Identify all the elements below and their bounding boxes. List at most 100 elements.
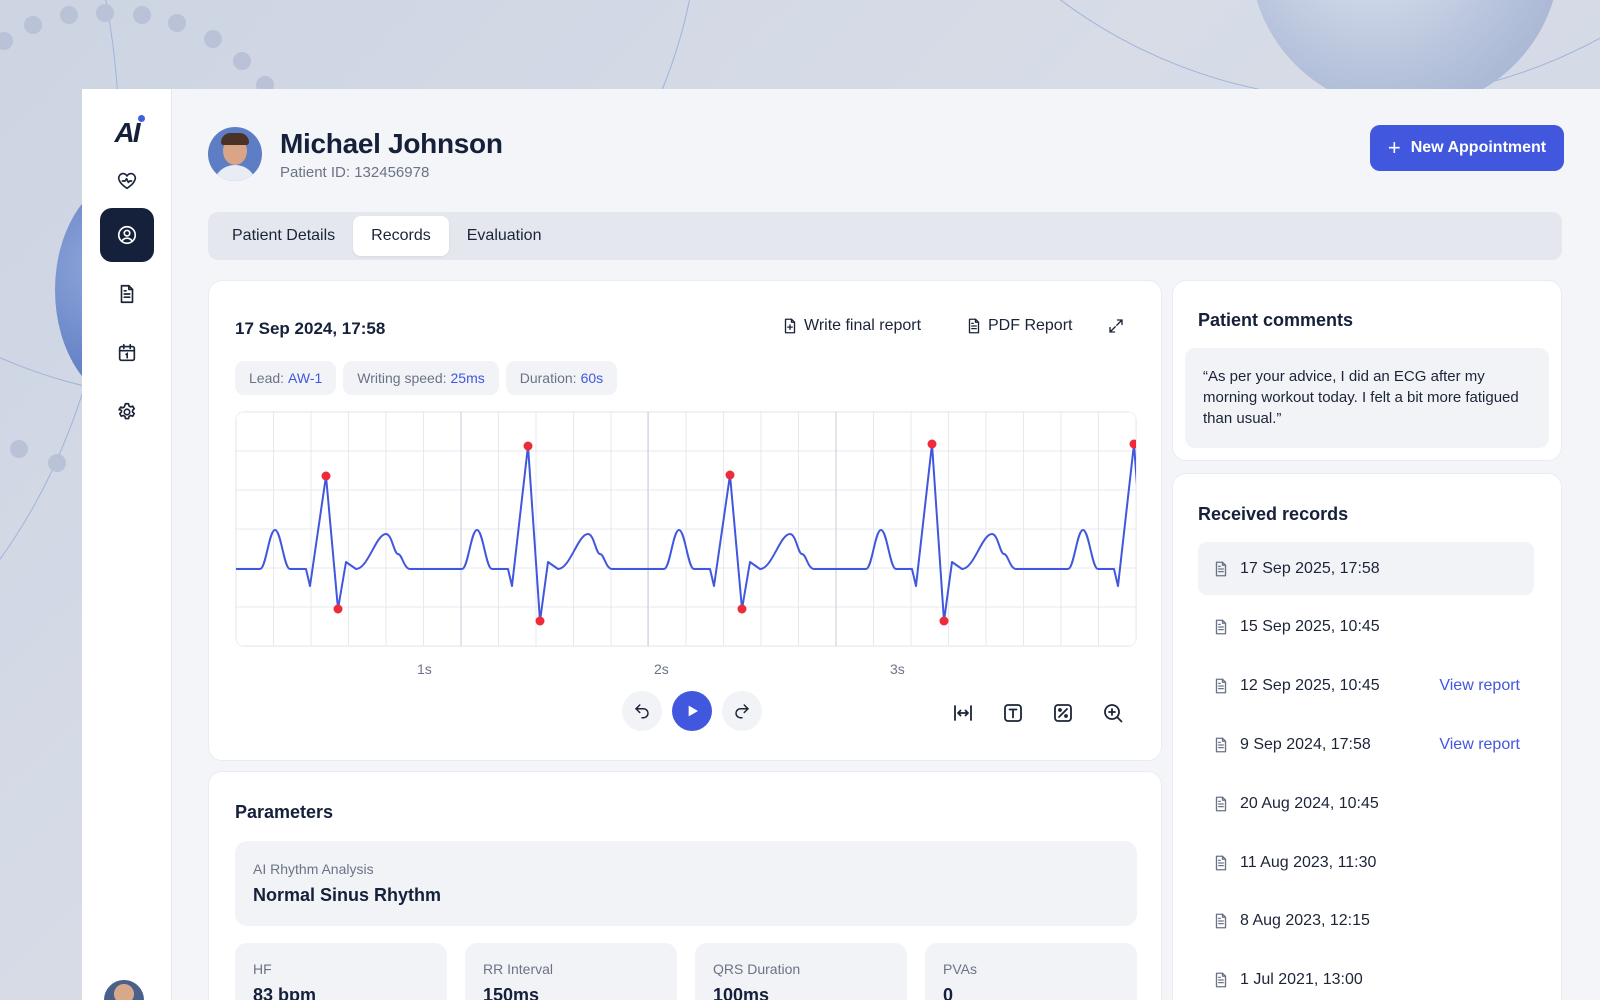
document-icon xyxy=(120,284,133,304)
text-tool-icon[interactable] xyxy=(1001,701,1025,725)
document-icon xyxy=(1215,855,1227,870)
ai-rhythm-analysis: AI Rhythm Analysis Normal Sinus Rhythm xyxy=(235,841,1137,926)
ai-rhythm-label: AI Rhythm Analysis xyxy=(253,861,374,877)
record-date: 9 Sep 2024, 17:58 xyxy=(1240,735,1371,753)
patient-header: Michael Johnson Patient ID: 132456978 xyxy=(208,127,503,181)
metric-value: 83 bpm xyxy=(253,985,317,1000)
document-icon xyxy=(1215,737,1227,753)
patient-comments-card: Patient comments “As per your advice, I … xyxy=(1172,280,1562,461)
metric-qrs-duration: QRS Duration 100ms xyxy=(695,943,907,1000)
received-records-card: Received records 17 Sep 2025, 17:58 15 Se… xyxy=(1172,473,1562,1000)
record-item[interactable]: 15 Sep 2025, 10:45 xyxy=(1198,601,1534,654)
ecg-meta-chips: Lead: AW-1 Writing speed: 25ms Duration:… xyxy=(235,361,624,395)
record-date: 12 Sep 2025, 10:45 xyxy=(1240,677,1380,695)
tab-patient-details[interactable]: Patient Details xyxy=(214,216,353,256)
record-item[interactable]: 12 Sep 2025, 10:45 View report xyxy=(1198,660,1534,713)
write-final-report-label: Write final report xyxy=(804,317,922,334)
record-item[interactable]: 20 Aug 2024, 10:45 xyxy=(1198,777,1534,830)
record-item[interactable]: 17 Sep 2025, 17:58 xyxy=(1198,542,1534,595)
patient-comment-text: “As per your advice, I did an ECG after … xyxy=(1185,348,1549,448)
sidebar-item-documents[interactable] xyxy=(100,267,154,321)
sidebar-item-calendar[interactable] xyxy=(100,326,154,380)
document-icon xyxy=(1215,619,1227,635)
main-content: Michael Johnson Patient ID: 132456978 + … xyxy=(172,89,1600,1000)
user-avatar[interactable] xyxy=(102,978,146,1000)
calendar-icon xyxy=(118,343,135,362)
metric-label: QRS Duration xyxy=(713,961,801,977)
metric-value: 100ms xyxy=(713,985,770,1000)
app-window: AI Michael Johnson Patient ID: 132456978… xyxy=(82,89,1600,1000)
sidebar-item-settings[interactable] xyxy=(100,385,154,439)
app-logo[interactable]: AI xyxy=(115,115,145,149)
record-item[interactable]: 11 Aug 2023, 11:30 xyxy=(1198,836,1534,889)
time-label: 2s xyxy=(654,661,669,677)
expand-icon xyxy=(1109,319,1123,333)
record-item[interactable]: 8 Aug 2023, 12:15 xyxy=(1198,895,1534,948)
peak-marker xyxy=(737,604,747,614)
pdf-report-label: PDF Report xyxy=(988,317,1073,334)
percent-tool-icon[interactable] xyxy=(1051,701,1075,725)
metric-value: 0 xyxy=(943,985,954,1000)
forward-button[interactable] xyxy=(722,691,762,731)
received-records-title: Received records xyxy=(1198,504,1349,524)
metric-label: RR Interval xyxy=(483,961,554,977)
play-icon xyxy=(688,705,698,717)
playback-controls xyxy=(617,691,767,731)
patient-comments-title: Patient comments xyxy=(1198,310,1354,330)
gear-icon xyxy=(117,402,135,420)
zoom-in-icon[interactable] xyxy=(1101,701,1125,725)
record-item[interactable]: 9 Sep 2024, 17:58 View report xyxy=(1198,718,1534,771)
peak-marker xyxy=(1129,439,1136,449)
chip-value: AW-1 xyxy=(288,370,323,386)
chip-label: Writing speed: xyxy=(357,370,447,386)
tab-records[interactable]: Records xyxy=(353,216,449,256)
record-date: 17 Sep 2025, 17:58 xyxy=(1240,559,1380,577)
metric-value: 150ms xyxy=(483,985,540,1000)
document-icon xyxy=(968,318,980,334)
patient-avatar xyxy=(208,127,262,181)
peak-marker xyxy=(321,471,331,481)
view-report-link[interactable]: View report xyxy=(1439,677,1520,695)
patient-id: Patient ID: 132456978 xyxy=(280,163,430,181)
record-date: 20 Aug 2024, 10:45 xyxy=(1240,794,1379,812)
tab-evaluation[interactable]: Evaluation xyxy=(449,216,560,256)
play-button[interactable] xyxy=(672,691,712,731)
metric-label: HF xyxy=(253,961,272,977)
chip-label: Duration: xyxy=(519,370,577,386)
record-item[interactable]: 1 Jul 2021, 13:00 xyxy=(1198,954,1534,1000)
pdf-report-button[interactable]: PDF Report xyxy=(965,317,1072,335)
document-icon xyxy=(1215,796,1227,812)
record-date: 15 Sep 2025, 10:45 xyxy=(1240,618,1380,636)
user-circle-icon xyxy=(117,225,136,245)
chip-label: Lead: xyxy=(249,370,285,386)
sidebar-item-patients[interactable] xyxy=(99,208,154,262)
peak-marker xyxy=(535,616,545,626)
record-date: 8 Aug 2023, 12:15 xyxy=(1240,912,1370,930)
document-plus-icon xyxy=(784,318,796,334)
sidebar-item-health[interactable] xyxy=(100,159,154,203)
new-appointment-label: New Appointment xyxy=(1410,139,1547,156)
peak-marker xyxy=(725,470,735,480)
peak-marker xyxy=(939,616,949,626)
peak-marker xyxy=(523,441,533,451)
time-label: 3s xyxy=(890,661,905,677)
document-icon xyxy=(1215,678,1227,694)
expand-button[interactable] xyxy=(1107,317,1130,335)
chip-value: 60s xyxy=(580,370,604,386)
record-date: 17 Sep 2024, 17:58 xyxy=(235,319,386,338)
plus-icon: + xyxy=(1387,135,1401,160)
rewind-button[interactable] xyxy=(622,691,662,731)
writing-speed-chip: Writing speed: 25ms xyxy=(343,361,499,395)
measure-width-icon[interactable] xyxy=(951,701,975,725)
peak-marker xyxy=(333,604,343,614)
view-report-link[interactable]: View report xyxy=(1439,736,1520,754)
ecg-waveform[interactable] xyxy=(235,411,1137,647)
peak-marker xyxy=(927,439,937,449)
metric-pvas: PVAs 0 xyxy=(925,943,1137,1000)
metric-label: PVAs xyxy=(943,961,977,977)
undo-icon xyxy=(635,704,649,719)
lead-chip: Lead: AW-1 xyxy=(235,361,337,395)
new-appointment-button[interactable]: + New Appointment xyxy=(1370,125,1564,171)
write-final-report-button[interactable]: Write final report xyxy=(781,317,921,335)
document-icon xyxy=(1215,561,1227,576)
